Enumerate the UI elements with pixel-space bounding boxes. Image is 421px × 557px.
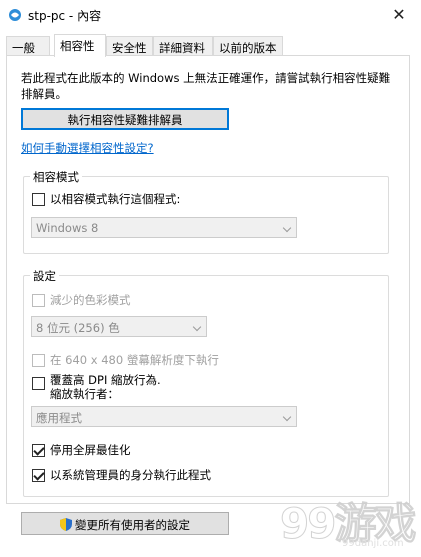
compat-mode-group: 相容模式 以相容模式執行這個程式: Windows 8 xyxy=(23,169,389,254)
tab-compatibility[interactable]: 相容性 xyxy=(54,34,106,57)
high-dpi-checkbox[interactable] xyxy=(32,377,45,390)
fullscreen-opt-checkbox[interactable] xyxy=(32,443,45,457)
reduced-color-label: 減少的色彩模式 xyxy=(50,293,131,307)
run-as-admin-checkbox[interactable] xyxy=(32,468,45,482)
high-dpi-label: 覆蓋高 DPI 縮放行為. xyxy=(50,373,161,387)
run-as-admin-row[interactable]: 以系統管理員的身分執行此程式 xyxy=(32,467,211,483)
compat-mode-label: 相容模式 xyxy=(30,169,82,185)
manual-settings-link[interactable]: 如何手動選擇相容性設定? xyxy=(21,140,154,156)
dpi-scaling-select: 應用程式 xyxy=(31,406,297,427)
app-icon xyxy=(9,9,21,21)
tab-previous-versions[interactable]: 以前的版本 xyxy=(213,36,283,56)
tab-general[interactable]: 一般 xyxy=(6,36,50,56)
watermark-domain: 99danji.com xyxy=(342,538,404,549)
compat-mode-checkbox-label: 以相容模式執行這個程式: xyxy=(50,192,181,206)
tab-security[interactable]: 安全性 xyxy=(106,36,153,56)
color-depth-select: 8 位元 (256) 色 xyxy=(31,316,207,337)
fullscreen-opt-label: 停用全屏最佳化 xyxy=(50,443,131,457)
resolution-640-label: 在 640 x 480 螢幕解析度下執行 xyxy=(50,353,219,367)
settings-label: 設定 xyxy=(30,268,59,284)
high-dpi-row[interactable]: 覆蓋高 DPI 縮放行為. 縮放執行者： xyxy=(32,373,161,401)
intro-text: 若此程式在此版本的 Windows 上無法正確運作，請嘗試執行相容性疑難排解員。 xyxy=(21,71,391,101)
watermark: 99游戏 99danji.com xyxy=(279,490,420,556)
fullscreen-opt-row[interactable]: 停用全屏最佳化 xyxy=(32,442,131,458)
run-as-admin-label: 以系統管理員的身分執行此程式 xyxy=(50,468,211,482)
title-bar: stp-pc - 內容 ✕ xyxy=(0,0,421,30)
resolution-640-row: 在 640 x 480 螢幕解析度下執行 xyxy=(32,352,219,368)
change-all-users-button[interactable]: 變更所有使用者的設定 xyxy=(21,512,229,535)
chevron-down-icon xyxy=(282,223,292,233)
compatibility-panel: 若此程式在此版本的 Windows 上無法正確運作，請嘗試執行相容性疑難排解員。… xyxy=(6,55,410,504)
reduced-color-row: 減少的色彩模式 xyxy=(32,292,131,308)
high-dpi-sublabel: 縮放執行者： xyxy=(50,387,119,401)
compat-mode-checkbox-row[interactable]: 以相容模式執行這個程式: xyxy=(32,191,180,207)
reduced-color-checkbox xyxy=(32,293,45,307)
uac-shield-icon xyxy=(60,518,72,531)
settings-group: 設定 減少的色彩模式 8 位元 (256) 色 在 640 x 480 螢幕解析… xyxy=(23,268,389,497)
tab-details[interactable]: 詳細資料 xyxy=(153,36,213,56)
close-icon: ✕ xyxy=(392,4,406,24)
chevron-down-icon xyxy=(282,412,292,422)
run-troubleshooter-button[interactable]: 執行相容性疑難排解員 xyxy=(21,108,229,130)
chevron-down-icon xyxy=(192,322,202,332)
resolution-640-checkbox xyxy=(32,353,45,367)
compat-mode-checkbox[interactable] xyxy=(32,192,45,206)
window-title: stp-pc - 內容 xyxy=(28,9,102,23)
compat-os-select: Windows 8 xyxy=(31,217,297,238)
tab-strip: 一般 相容性 安全性 詳細資料 以前的版本 xyxy=(6,34,416,57)
close-button[interactable]: ✕ xyxy=(385,2,413,26)
